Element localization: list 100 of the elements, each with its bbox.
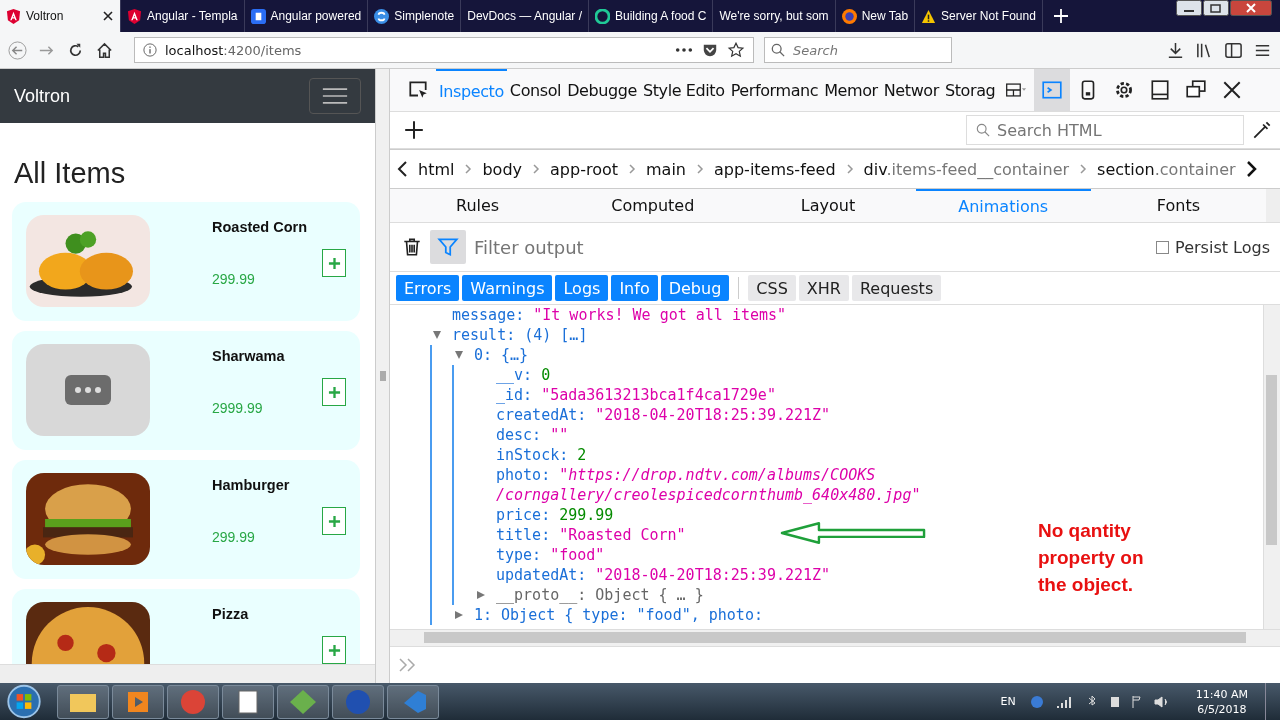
close-icon[interactable] bbox=[1230, 0, 1272, 16]
clock-time[interactable]: 11:40 AM bbox=[1195, 686, 1248, 702]
search-icon bbox=[976, 123, 990, 137]
breadcrumb[interactable]: app-items-feed bbox=[714, 159, 836, 179]
brand-name[interactable]: Voltron bbox=[14, 85, 71, 107]
chevron-left-icon[interactable] bbox=[396, 159, 408, 179]
devtools-tab[interactable]: Performanc bbox=[727, 69, 822, 111]
breadcrumb[interactable]: div.items-feed__container bbox=[863, 159, 1070, 179]
scrollbar[interactable] bbox=[1266, 189, 1280, 222]
breadcrumb[interactable]: body bbox=[482, 159, 523, 179]
splitter-handle[interactable] bbox=[375, 69, 390, 683]
devtools-tab[interactable]: Networ bbox=[880, 69, 942, 111]
shield-icon bbox=[127, 8, 142, 24]
add-button[interactable] bbox=[322, 636, 346, 664]
grip-icon bbox=[379, 371, 386, 381]
add-button[interactable] bbox=[322, 249, 346, 277]
devtools-tab[interactable]: Consol bbox=[506, 69, 565, 111]
circle-icon bbox=[374, 8, 390, 24]
panel-tab[interactable]: Rules bbox=[390, 189, 566, 222]
filter-button[interactable]: Errors bbox=[396, 275, 460, 301]
tab-title: Building A food C bbox=[615, 9, 707, 23]
console-entry: price: 299.99 bbox=[496, 505, 614, 525]
plus-icon bbox=[327, 256, 341, 270]
trash-icon[interactable] bbox=[401, 236, 423, 258]
panel-tab[interactable]: Layout bbox=[740, 189, 916, 222]
globe-icon bbox=[841, 8, 857, 24]
console-icon[interactable] bbox=[1041, 79, 1064, 101]
breadcrumb[interactable]: main bbox=[646, 159, 686, 179]
add-button[interactable] bbox=[322, 378, 346, 406]
annotation-text: No qantity property on the object. bbox=[1038, 519, 1145, 597]
tab-title: Angular powered bbox=[270, 9, 362, 23]
filter-button[interactable]: Logs bbox=[555, 275, 609, 301]
pocket-icon[interactable] bbox=[701, 42, 719, 58]
download-icon[interactable] bbox=[1166, 40, 1185, 60]
dock-icon[interactable] bbox=[1149, 79, 1172, 101]
filter-field[interactable]: Filter output bbox=[472, 235, 1157, 259]
search-html-field[interactable]: Search HTML bbox=[966, 115, 1244, 145]
panel-tab[interactable]: Fonts bbox=[1090, 189, 1266, 222]
plus-icon bbox=[327, 643, 341, 657]
devtools-tab[interactable]: Memor bbox=[821, 69, 881, 111]
breadcrumb[interactable]: section.container bbox=[1097, 159, 1236, 179]
checkbox[interactable] bbox=[1156, 240, 1170, 254]
filter-button[interactable]: CSS bbox=[748, 275, 796, 301]
panel-tab[interactable]: Computed bbox=[565, 189, 741, 222]
plus-icon[interactable] bbox=[403, 119, 425, 141]
filter-button[interactable]: Info bbox=[611, 275, 658, 301]
chevron-icon bbox=[696, 163, 704, 175]
filter-button[interactable]: Warnings bbox=[462, 275, 553, 301]
back-icon[interactable] bbox=[8, 40, 27, 60]
add-button[interactable] bbox=[322, 507, 346, 535]
expand-arrow-icon[interactable] bbox=[432, 330, 442, 340]
console-entry: result: (4) […] bbox=[452, 325, 588, 345]
console-entry: message: "It works! We got all items" bbox=[452, 305, 787, 325]
filter-button[interactable]: Requests bbox=[851, 275, 942, 301]
console-entry: __v: 0 bbox=[496, 365, 551, 385]
console-entry: 1: Object { type: "food", photo: bbox=[474, 605, 763, 625]
scrollbar[interactable] bbox=[0, 664, 375, 683]
expand-arrow-icon[interactable] bbox=[454, 350, 464, 360]
address-bar[interactable]: localhost:4200/items bbox=[134, 37, 754, 63]
filter-button[interactable]: XHR bbox=[798, 275, 849, 301]
chevron-right-icon[interactable] bbox=[1245, 159, 1258, 179]
tab-title: Server Not Found bbox=[941, 9, 1036, 23]
scrollbar[interactable] bbox=[1263, 305, 1280, 629]
devtools-tab[interactable]: Storag bbox=[941, 69, 999, 111]
star-icon[interactable] bbox=[727, 42, 745, 58]
scrollbar[interactable] bbox=[390, 629, 1280, 646]
tab-title: New Tab bbox=[861, 9, 909, 23]
close-icon[interactable] bbox=[102, 10, 114, 22]
home-icon[interactable] bbox=[95, 40, 114, 60]
breadcrumb[interactable]: html bbox=[418, 159, 455, 179]
panel-tab[interactable]: Animations bbox=[915, 189, 1091, 222]
menu-toggle-button[interactable] bbox=[309, 78, 361, 114]
devtools-tab[interactable]: Debugge bbox=[564, 69, 640, 111]
eyedropper-icon[interactable] bbox=[1251, 119, 1273, 141]
taskbar-app[interactable] bbox=[222, 684, 274, 719]
square-icon bbox=[250, 8, 266, 24]
devtools-tab[interactable]: Inspecto bbox=[436, 69, 507, 111]
url-text: localhost:4200/items bbox=[165, 42, 302, 58]
filter-button[interactable]: Debug bbox=[660, 275, 730, 301]
devtools-tab[interactable]: Style Edito bbox=[639, 69, 728, 111]
chevron-icon bbox=[464, 163, 473, 175]
tab-title: Voltron bbox=[26, 9, 65, 23]
app-icon bbox=[178, 688, 208, 715]
minimize-icon[interactable] bbox=[1176, 0, 1202, 16]
search-icon bbox=[771, 43, 785, 57]
browser-tab[interactable]: Voltron bbox=[0, 0, 121, 32]
taskbar-app[interactable] bbox=[57, 684, 109, 719]
search-field[interactable]: Search bbox=[764, 37, 952, 63]
tab-title: Angular - Templa bbox=[147, 9, 238, 23]
clock-date[interactable]: 6/5/2018 bbox=[1197, 701, 1247, 717]
breadcrumb[interactable]: app-root bbox=[550, 159, 618, 179]
expand-arrow-icon[interactable] bbox=[454, 610, 464, 620]
language-indicator[interactable]: EN bbox=[1000, 695, 1016, 708]
expand-arrow-icon[interactable] bbox=[476, 590, 486, 600]
filter-icon[interactable] bbox=[437, 236, 459, 258]
checkbox-label: Persist Logs bbox=[1175, 237, 1270, 257]
sidebar-icon[interactable] bbox=[1224, 40, 1243, 60]
start-button[interactable] bbox=[4, 683, 44, 720]
console-entry: desc: "" bbox=[496, 425, 569, 445]
restore-icon[interactable] bbox=[1203, 0, 1229, 16]
